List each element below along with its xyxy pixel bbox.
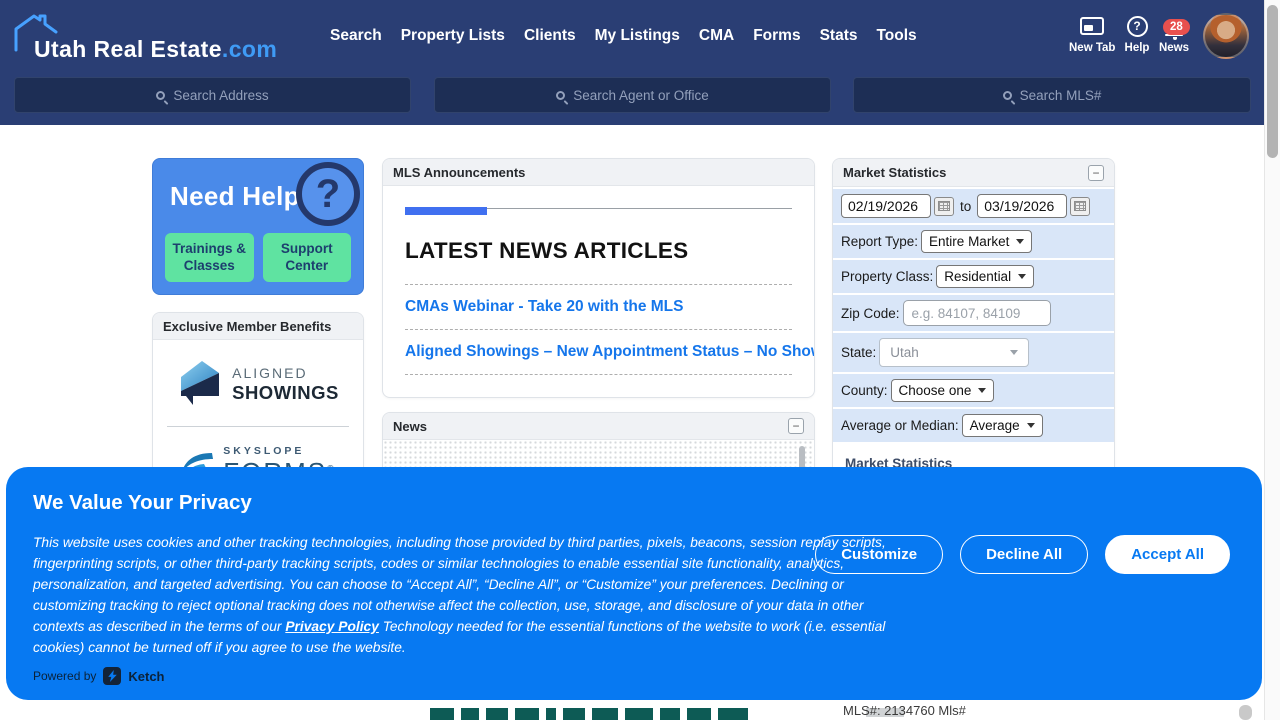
calendar-icon[interactable] [934, 197, 954, 216]
nav-forms[interactable]: Forms [753, 27, 800, 45]
divider [405, 374, 792, 375]
mls-announcements-panel: MLS Announcements LATEST NEWS ARTICLES C… [382, 158, 815, 398]
aligned-showings-icon [177, 358, 223, 410]
chevron-down-icon [1010, 350, 1018, 355]
collapse-news-button[interactable] [788, 418, 804, 434]
average-median-row: Average or Median: Average [833, 409, 1114, 442]
zip-code-row: Zip Code: [833, 295, 1114, 331]
state-label: State: [841, 345, 876, 360]
county-row: County: Choose one [833, 374, 1114, 407]
chevron-down-icon [1027, 423, 1035, 428]
accept-all-button[interactable]: Accept All [1105, 535, 1230, 574]
cookie-banner-body: This website uses cookies and other trac… [33, 533, 889, 658]
decline-all-button[interactable]: Decline All [960, 535, 1088, 574]
privacy-policy-link[interactable]: Privacy Policy [285, 619, 379, 634]
zip-code-label: Zip Code: [841, 306, 900, 321]
search-mls-input[interactable]: Search MLS# [853, 77, 1251, 113]
date-from-input[interactable] [841, 194, 931, 218]
chevron-down-icon [1016, 239, 1024, 244]
average-median-select[interactable]: Average [962, 414, 1043, 437]
announcements-title: MLS Announcements [393, 165, 525, 180]
report-type-label: Report Type: [841, 234, 918, 249]
ketch-icon [103, 667, 121, 685]
search-icon [1003, 91, 1012, 100]
help-icon: ? [1127, 16, 1148, 37]
search-address-placeholder: Search Address [173, 88, 268, 103]
logo-dotcom: .com [222, 36, 277, 62]
need-help-card: Need Help ? Trainings & Classes Support … [152, 158, 364, 295]
search-mls-placeholder: Search MLS# [1020, 88, 1102, 103]
question-mark-icon: ? [296, 162, 360, 226]
page-scrollbar[interactable] [1264, 0, 1280, 720]
date-range-row: to [833, 189, 1114, 223]
need-help-title: Need Help [170, 181, 300, 212]
to-label: to [960, 199, 971, 214]
state-select[interactable]: Utah [879, 338, 1029, 367]
property-class-label: Property Class: [841, 269, 933, 284]
clipped-headline-letters [430, 708, 748, 720]
average-median-label: Average or Median: [841, 418, 959, 433]
date-to-input[interactable] [977, 194, 1067, 218]
market-stats-title: Market Statistics [843, 165, 946, 180]
calendar-icon[interactable] [1070, 197, 1090, 216]
clipped-scrollbar [1239, 705, 1252, 720]
property-class-row: Property Class: Residential [833, 260, 1114, 293]
nav-stats[interactable]: Stats [820, 27, 858, 45]
search-address-input[interactable]: Search Address [14, 77, 411, 113]
customize-button[interactable]: Customize [815, 535, 943, 574]
nav-tools[interactable]: Tools [876, 27, 916, 45]
zip-code-input[interactable] [903, 300, 1051, 326]
county-select[interactable]: Choose one [891, 379, 995, 402]
page-scrollbar-thumb[interactable] [1267, 5, 1278, 158]
nav-cma[interactable]: CMA [699, 27, 734, 45]
news-count-badge: 28 [1163, 19, 1190, 35]
county-label: County: [841, 383, 888, 398]
carousel-progress [405, 208, 792, 216]
logo-text: Utah Real Estate.com [34, 36, 277, 63]
nav-my-listings[interactable]: My Listings [595, 27, 680, 45]
property-class-select[interactable]: Residential [936, 265, 1034, 288]
nav-clients[interactable]: Clients [524, 27, 576, 45]
trainings-classes-button[interactable]: Trainings & Classes [165, 233, 254, 282]
search-icon [156, 91, 165, 100]
site-logo[interactable]: Utah Real Estate.com [12, 10, 272, 66]
search-icon [556, 91, 565, 100]
aligned-showings-logo[interactable]: ALIGNED SHOWINGS [153, 340, 363, 426]
benefits-title: Exclusive Member Benefits [163, 319, 331, 334]
cookie-banner-title: We Value Your Privacy [33, 491, 252, 515]
powered-by-ketch[interactable]: Powered by Ketch [33, 667, 165, 685]
nav-property-lists[interactable]: Property Lists [401, 27, 505, 45]
report-type-row: Report Type: Entire Market [833, 225, 1114, 258]
chevron-down-icon [1018, 274, 1026, 279]
new-tab-button[interactable]: New Tab [1069, 15, 1115, 54]
site-header: Utah Real Estate.com Search Property Lis… [0, 0, 1264, 125]
new-tab-icon [1080, 17, 1104, 35]
search-agent-placeholder: Search Agent or Office [573, 88, 709, 103]
support-center-button[interactable]: Support Center [263, 233, 352, 282]
user-avatar[interactable] [1203, 13, 1249, 59]
page: Utah Real Estate.com Search Property Lis… [0, 0, 1280, 720]
report-type-select[interactable]: Entire Market [921, 230, 1032, 253]
news-article-link[interactable]: CMAs Webinar - Take 20 with the MLS [405, 285, 792, 329]
news-article-link[interactable]: Aligned Showings – New Appointment Statu… [405, 330, 792, 374]
latest-news-heading: LATEST NEWS ARTICLES [405, 238, 792, 264]
mls-number-text: MLS#: 2134760 Mls# [843, 703, 966, 718]
state-row: State: Utah [833, 333, 1114, 372]
nav-search[interactable]: Search [330, 27, 382, 45]
cookie-consent-banner: We Value Your Privacy This website uses … [6, 467, 1262, 700]
chevron-down-icon [978, 388, 986, 393]
collapse-market-stats-button[interactable] [1088, 165, 1104, 181]
news-title: News [393, 419, 427, 434]
search-agent-input[interactable]: Search Agent or Office [434, 77, 831, 113]
main-nav: Search Property Lists Clients My Listing… [330, 27, 917, 45]
